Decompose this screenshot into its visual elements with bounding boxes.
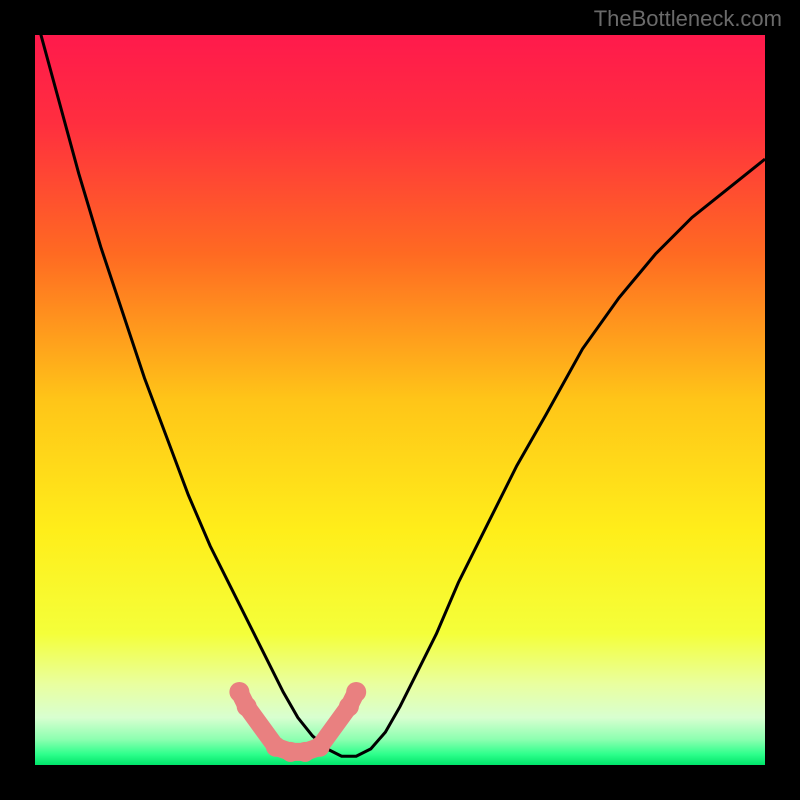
chart-plot-area [35, 35, 765, 765]
highlight-marker [237, 697, 257, 717]
highlight-marker [346, 682, 366, 702]
chart-background [35, 35, 765, 765]
chart-svg [35, 35, 765, 765]
highlight-marker [310, 737, 330, 757]
watermark-text: TheBottleneck.com [594, 6, 782, 32]
